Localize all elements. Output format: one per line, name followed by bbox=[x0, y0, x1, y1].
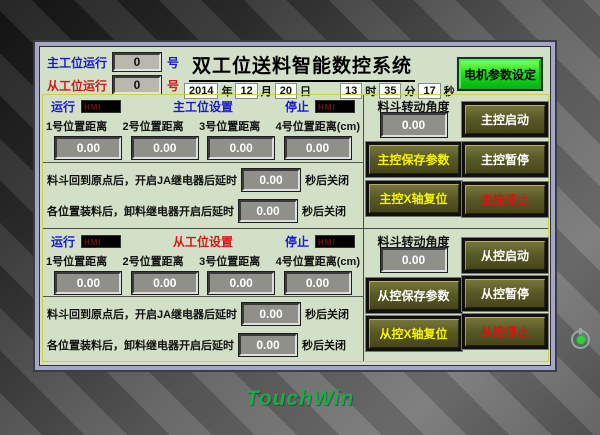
slave-stop-button[interactable]: 从控停止 bbox=[464, 316, 546, 347]
position-4-distance-field[interactable]: 0.00 bbox=[285, 137, 351, 159]
main-position-labels: 1号位置距离 2号位置距离 3号位置距离 4号位置距离(cm) bbox=[43, 115, 363, 134]
power-icon-tick bbox=[579, 328, 582, 334]
main-stop-indicator-lamp: HMI bbox=[315, 100, 355, 113]
power-button-icon[interactable] bbox=[571, 330, 590, 349]
slave-run-label: 运行 bbox=[51, 233, 75, 250]
position-label: 4号位置距离(cm) bbox=[276, 253, 360, 269]
main-run-stop-row: 运行 HMI 主工位设置 停止 HMI bbox=[43, 95, 363, 115]
slave-settings-title: 从工位设置 bbox=[127, 233, 279, 250]
position-label: 2号位置距离 bbox=[123, 118, 184, 134]
position-1-distance-field[interactable]: 0.00 bbox=[55, 137, 121, 159]
slave-x-axis-reset-button[interactable]: 从控X轴复位 bbox=[368, 318, 460, 349]
slave-unload-delay-row: 各位置装料后，卸料继电器开启后延时 0.00 秒后关闭 bbox=[43, 329, 363, 360]
position-2-distance-field[interactable]: 0.00 bbox=[132, 137, 198, 159]
main-hopper-delay-row: 料斗回到原点后，开启JA继电器后延时 0.00 秒后关闭 bbox=[43, 164, 363, 195]
main-pause-button[interactable]: 主控暂停 bbox=[464, 144, 546, 175]
delay-suffix: 秒后关闭 bbox=[302, 203, 346, 219]
main-settings-title: 主工位设置 bbox=[127, 98, 279, 115]
slave-stop-label: 停止 bbox=[285, 233, 309, 250]
main-station-delay-box: 料斗回到原点后，开启JA继电器后延时 0.00 秒后关闭 各位置装料后，卸料继电… bbox=[43, 164, 363, 228]
slave-unload-delay-field[interactable]: 0.00 bbox=[239, 334, 297, 356]
position-label: 2号位置距离 bbox=[123, 253, 184, 269]
slave-run-stop-row: 运行 HMI 从工位设置 停止 HMI bbox=[43, 230, 363, 250]
position-label: 3号位置距离 bbox=[199, 118, 260, 134]
motor-parameter-settings-button[interactable]: 电机参数设定 bbox=[459, 59, 541, 89]
position-label: 1号位置距离 bbox=[46, 253, 107, 269]
main-save-parameters-button[interactable]: 主控保存参数 bbox=[368, 144, 460, 175]
main-station-settings-box: 运行 HMI 主工位设置 停止 HMI 1号位置距离 2号位置距离 3号位置距离… bbox=[43, 95, 363, 163]
main-start-button[interactable]: 主控启动 bbox=[464, 104, 546, 135]
main-station-counter-row: 主工位运行 0 号 bbox=[47, 53, 179, 71]
delay-suffix: 秒后关闭 bbox=[305, 172, 349, 188]
touchwin-logo: TouchWin bbox=[0, 387, 600, 411]
position-4-distance-field[interactable]: 0.00 bbox=[285, 272, 351, 294]
delay-suffix: 秒后关闭 bbox=[302, 337, 346, 353]
slave-counter-unit: 号 bbox=[167, 77, 179, 94]
right-column: 主控启动 主控暂停 主控停止 从控启动 从控暂停 从控停止 bbox=[463, 95, 550, 361]
page-title: 双工位送料智能数控系统 bbox=[189, 51, 415, 82]
position-3-distance-field[interactable]: 0.00 bbox=[208, 137, 274, 159]
slave-counter-value: 0 bbox=[113, 76, 161, 94]
slave-station-settings-box: 运行 HMI 从工位设置 停止 HMI 1号位置距离 2号位置距离 3号位置距离… bbox=[43, 230, 363, 297]
position-label: 3号位置距离 bbox=[199, 253, 260, 269]
slave-position-labels: 1号位置距离 2号位置距离 3号位置距离 4号位置距离(cm) bbox=[43, 250, 363, 269]
slave-station-counter-row: 从工位运行 0 号 bbox=[47, 76, 179, 94]
station-counters: 主工位运行 0 号 从工位运行 0 号 bbox=[47, 53, 179, 99]
slave-hopper-delay-field[interactable]: 0.00 bbox=[242, 303, 300, 325]
middle-column: 料斗转动角度 0.00 主控保存参数 主控X轴复位 料斗转动角度 0.00 从控… bbox=[364, 95, 463, 361]
position-2-distance-field[interactable]: 0.00 bbox=[132, 272, 198, 294]
slave-hopper-delay-row: 料斗回到原点后，开启JA继电器后延时 0.00 秒后关闭 bbox=[43, 298, 363, 329]
main-run-indicator-lamp: HMI bbox=[81, 100, 121, 113]
main-hopper-angle-field[interactable]: 0.00 bbox=[381, 113, 447, 137]
power-status-led bbox=[577, 336, 585, 344]
main-counter-value: 0 bbox=[113, 53, 161, 71]
slave-hopper-angle-field[interactable]: 0.00 bbox=[381, 248, 447, 272]
hmi-panel: 主工位运行 0 号 从工位运行 0 号 双工位送料智能数控系统 2014 年 1… bbox=[35, 42, 555, 370]
delay-suffix: 秒后关闭 bbox=[305, 306, 349, 322]
main-counter-unit: 号 bbox=[167, 54, 179, 71]
position-3-distance-field[interactable]: 0.00 bbox=[208, 272, 274, 294]
main-counter-label: 主工位运行 bbox=[47, 54, 107, 71]
main-run-label: 运行 bbox=[51, 98, 75, 115]
main-position-fields: 0.00 0.00 0.00 0.00 bbox=[43, 134, 363, 159]
slave-save-parameters-button[interactable]: 从控保存参数 bbox=[368, 280, 460, 311]
slave-stop-indicator-lamp: HMI bbox=[315, 235, 355, 248]
delay-label: 料斗回到原点后，开启JA继电器后延时 bbox=[47, 172, 237, 188]
delay-label: 料斗回到原点后，开启JA继电器后延时 bbox=[47, 306, 237, 322]
slave-station-delay-box: 料斗回到原点后，开启JA继电器后延时 0.00 秒后关闭 各位置装料后，卸料继电… bbox=[43, 298, 363, 363]
slave-start-button[interactable]: 从控启动 bbox=[464, 240, 546, 271]
position-1-distance-field[interactable]: 0.00 bbox=[55, 272, 121, 294]
main-stop-button[interactable]: 主控停止 bbox=[464, 184, 546, 215]
position-label: 1号位置距离 bbox=[46, 118, 107, 134]
delay-label: 各位置装料后，卸料继电器开启后延时 bbox=[47, 203, 234, 219]
hmi-screen-background: 主工位运行 0 号 从工位运行 0 号 双工位送料智能数控系统 2014 年 1… bbox=[0, 0, 600, 435]
slave-counter-label: 从工位运行 bbox=[47, 77, 107, 94]
main-stop-label: 停止 bbox=[285, 98, 309, 115]
main-hopper-delay-field[interactable]: 0.00 bbox=[242, 169, 300, 191]
main-x-axis-reset-button[interactable]: 主控X轴复位 bbox=[368, 183, 460, 214]
slave-position-fields: 0.00 0.00 0.00 0.00 bbox=[43, 269, 363, 294]
position-label: 4号位置距离(cm) bbox=[276, 118, 360, 134]
main-unload-delay-row: 各位置装料后，卸料继电器开启后延时 0.00 秒后关闭 bbox=[43, 195, 363, 226]
body-area: 运行 HMI 主工位设置 停止 HMI 1号位置距离 2号位置距离 3号位置距离… bbox=[42, 94, 549, 362]
slave-pause-button[interactable]: 从控暂停 bbox=[464, 278, 546, 309]
delay-label: 各位置装料后，卸料继电器开启后延时 bbox=[47, 337, 234, 353]
slave-run-indicator-lamp: HMI bbox=[81, 235, 121, 248]
main-unload-delay-field[interactable]: 0.00 bbox=[239, 200, 297, 222]
